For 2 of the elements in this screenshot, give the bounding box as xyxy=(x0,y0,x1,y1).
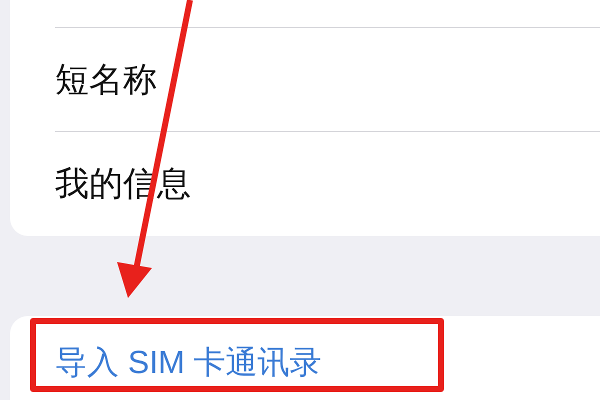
settings-row-label[interactable]: 短名称 xyxy=(55,62,157,96)
import-sim-contacts-link[interactable]: 导入 SIM 卡通讯录 xyxy=(55,346,322,378)
